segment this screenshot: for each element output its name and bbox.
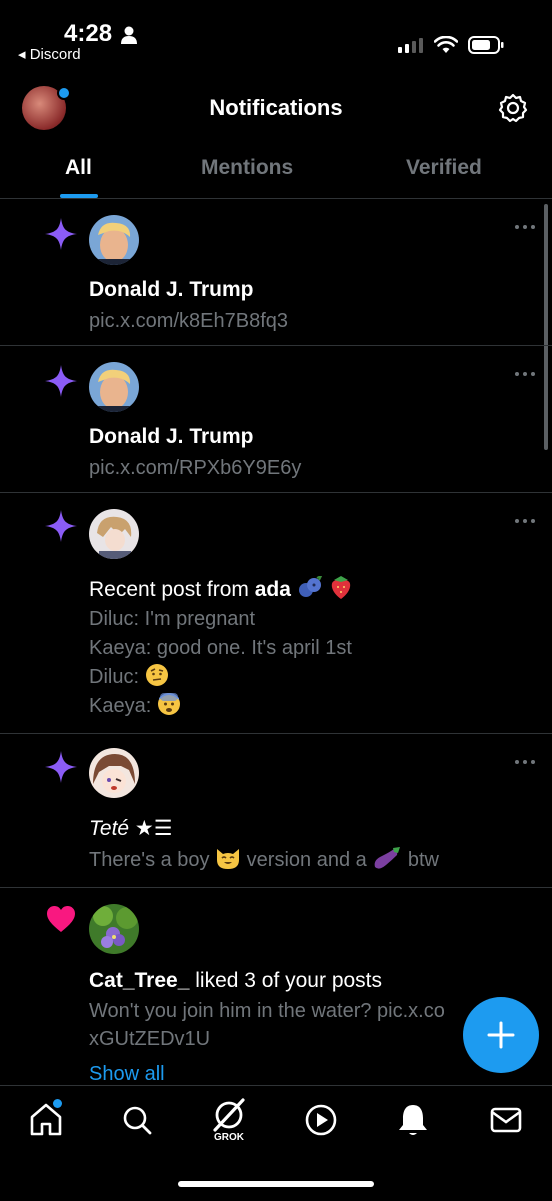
post-line: Diluc: — [89, 663, 169, 692]
post-line: Kaeya: good one. It's april 1st — [89, 637, 352, 659]
back-to-app-link[interactable]: ◂ Discord — [18, 45, 81, 63]
notification-link[interactable]: pic.x.com/RPXb6Y9E6y — [89, 454, 301, 483]
notification-author: Teté ★☰ — [89, 817, 173, 840]
home-indicator — [178, 1181, 374, 1187]
eggplant-icon — [374, 847, 401, 869]
notification-author: Donald J. Trump — [89, 425, 254, 448]
notifications-bell-icon[interactable] — [393, 1100, 433, 1140]
anxious-face-icon — [157, 693, 180, 715]
raised-eyebrow-face-icon — [145, 664, 168, 686]
active-tab-indicator — [60, 194, 98, 198]
sparkle-icon — [45, 510, 77, 542]
plus-icon — [487, 1021, 515, 1049]
grok-icon[interactable] — [209, 1096, 249, 1136]
tab-mentions[interactable]: Mentions — [201, 156, 293, 180]
notification-item[interactable]: Teté ★☰ There's a boy version and a btw — [0, 734, 552, 888]
blueberries-icon — [298, 576, 322, 597]
sparkle-icon — [45, 218, 77, 250]
sparkle-icon — [45, 365, 77, 397]
post-line: xGUtZEDv1U — [89, 1028, 211, 1050]
notification-title: Cat_Tree_ liked 3 of your posts — [89, 969, 383, 992]
show-all-link[interactable]: Show all — [89, 1063, 165, 1084]
video-play-icon[interactable] — [301, 1100, 341, 1140]
post-line: Diluc: I'm pregnant — [89, 608, 256, 630]
battery-icon — [468, 36, 504, 54]
avatar[interactable] — [89, 904, 139, 954]
cat-face-icon — [217, 849, 240, 869]
tab-all[interactable]: All — [65, 156, 92, 180]
notification-author: Donald J. Trump — [89, 278, 254, 301]
notification-link[interactable]: pic.x.com/k8Eh7B8fq3 — [89, 307, 288, 336]
post-line: Won't you join him in the water? pic.x.c… — [89, 1000, 445, 1022]
notification-item[interactable]: Donald J. Trump pic.x.com/RPXb6Y9E6y — [0, 346, 552, 493]
more-options-icon[interactable] — [514, 517, 536, 525]
status-indicators — [398, 36, 504, 54]
post-line: Kaeya: — [89, 692, 181, 721]
tab-verified[interactable]: Verified — [406, 156, 482, 180]
avatar[interactable] — [89, 362, 139, 412]
person-icon — [121, 26, 137, 44]
home-unread-dot — [53, 1099, 62, 1108]
avatar[interactable] — [89, 748, 139, 798]
compose-button[interactable] — [463, 997, 539, 1073]
heart-icon — [47, 906, 75, 932]
page-title: Notifications — [209, 95, 343, 120]
notification-item[interactable]: Recent post from ada Diluc: I'm pregnant… — [0, 493, 552, 734]
status-bar: 4:28 ◂ Discord — [0, 0, 552, 80]
more-options-icon[interactable] — [514, 223, 536, 231]
cellular-signal-icon — [398, 38, 423, 53]
more-options-icon[interactable] — [514, 370, 536, 378]
wifi-icon — [434, 36, 458, 53]
search-icon[interactable] — [117, 1100, 157, 1140]
strawberry-icon — [331, 576, 350, 599]
more-options-icon[interactable] — [514, 758, 536, 766]
notification-item[interactable]: Donald J. Trump pic.x.com/k8Eh7B8fq3 — [0, 199, 552, 346]
notifications-feed: Donald J. Trump pic.x.com/k8Eh7B8fq3 Don… — [0, 199, 552, 1084]
notification-tabs: All Mentions Verified — [0, 140, 552, 199]
settings-gear-icon[interactable] — [498, 93, 528, 123]
status-time: 4:28 — [64, 20, 113, 47]
messages-mail-icon[interactable] — [486, 1100, 526, 1140]
avatar[interactable] — [89, 509, 139, 559]
notification-title: Recent post from ada — [89, 574, 353, 602]
sparkle-icon — [45, 751, 77, 783]
post-preview: There's a boy version and a btw — [89, 846, 439, 875]
grok-label: GROK — [214, 1132, 244, 1143]
avatar[interactable] — [89, 215, 139, 265]
